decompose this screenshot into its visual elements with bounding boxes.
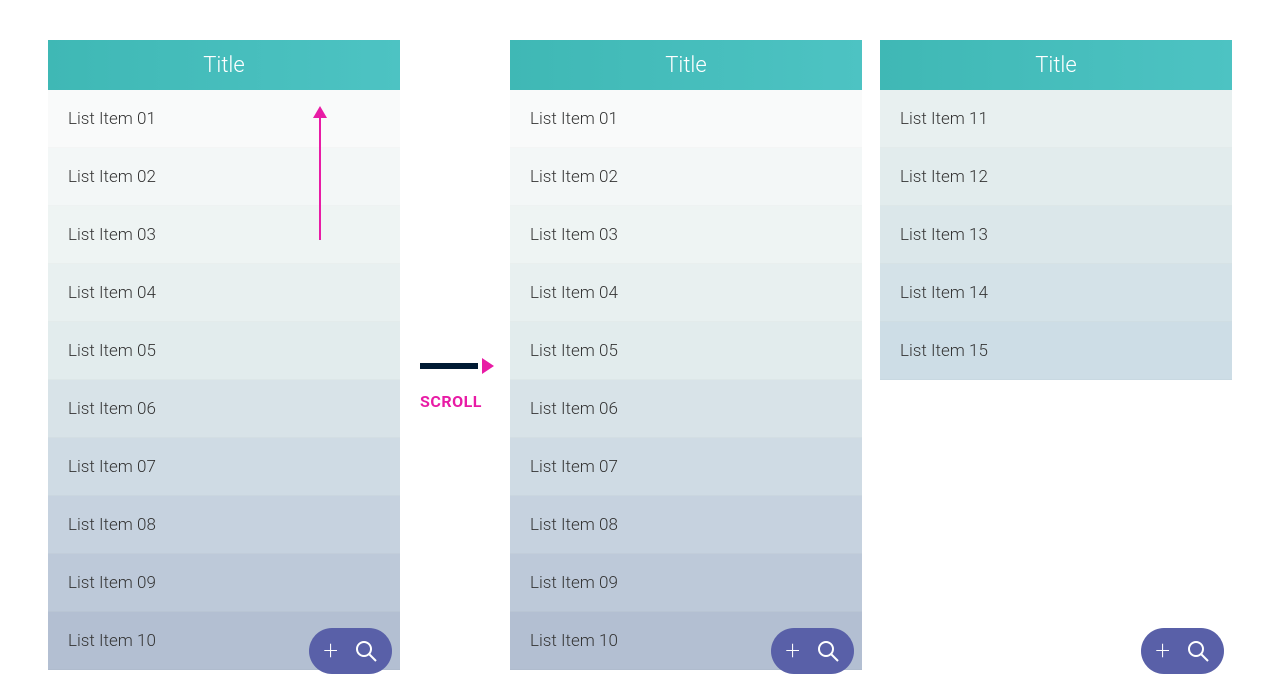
list-item[interactable]: List Item 03 bbox=[48, 206, 400, 264]
plus-icon[interactable]: + bbox=[323, 638, 338, 664]
list-item-label: List Item 06 bbox=[530, 399, 618, 419]
list-item[interactable]: List Item 12 bbox=[880, 148, 1232, 206]
list-item-label: List Item 02 bbox=[530, 167, 618, 187]
search-icon[interactable] bbox=[1186, 639, 1210, 663]
list-item[interactable]: List Item 15 bbox=[880, 322, 1232, 380]
list-item-label: List Item 08 bbox=[68, 515, 156, 535]
title-bar: Title bbox=[880, 40, 1232, 90]
list-item-label: List Item 07 bbox=[68, 457, 156, 477]
title-text: Title bbox=[203, 53, 244, 78]
list-item-label: List Item 07 bbox=[530, 457, 618, 477]
list-item-label: List Item 09 bbox=[530, 573, 618, 593]
list-item-label: List Item 01 bbox=[530, 109, 618, 129]
list-item-label: List Item 15 bbox=[900, 341, 988, 361]
list-item-label: List Item 10 bbox=[68, 631, 156, 651]
phone-panel-2: Title List Item 01 List Item 02 List Ite… bbox=[510, 40, 862, 688]
plus-icon[interactable]: + bbox=[1155, 638, 1170, 664]
floating-action-bar: + bbox=[771, 628, 854, 674]
list-item-label: List Item 01 bbox=[68, 109, 156, 129]
list-item-label: List Item 11 bbox=[900, 109, 988, 129]
list[interactable]: List Item 01 List Item 02 List Item 03 L… bbox=[510, 90, 862, 670]
list-item[interactable]: List Item 07 bbox=[510, 438, 862, 496]
right-arrow-icon bbox=[420, 358, 492, 374]
list-item-label: List Item 02 bbox=[68, 167, 156, 187]
list-item-label: List Item 05 bbox=[530, 341, 618, 361]
list-item-label: List Item 14 bbox=[900, 283, 988, 303]
list-item-label: List Item 08 bbox=[530, 515, 618, 535]
list[interactable]: List Item 11 List Item 12 List Item 13 L… bbox=[880, 90, 1232, 380]
list-item[interactable]: List Item 04 bbox=[510, 264, 862, 322]
list-item[interactable]: List Item 01 bbox=[510, 90, 862, 148]
list-item[interactable]: List Item 02 bbox=[48, 148, 400, 206]
list-item[interactable]: List Item 05 bbox=[48, 322, 400, 380]
list-item[interactable]: List Item 07 bbox=[48, 438, 400, 496]
list-item[interactable]: List Item 06 bbox=[510, 380, 862, 438]
list-item[interactable]: List Item 08 bbox=[48, 496, 400, 554]
floating-action-bar: + bbox=[1141, 628, 1224, 674]
list-item-label: List Item 12 bbox=[900, 167, 988, 187]
list-item[interactable]: List Item 04 bbox=[48, 264, 400, 322]
list-item[interactable]: List Item 01 bbox=[48, 90, 400, 148]
list-item[interactable]: List Item 14 bbox=[880, 264, 1232, 322]
search-icon[interactable] bbox=[816, 639, 840, 663]
list-item-label: List Item 05 bbox=[68, 341, 156, 361]
list[interactable]: List Item 01 List Item 02 List Item 03 L… bbox=[48, 90, 400, 670]
list-item-label: List Item 06 bbox=[68, 399, 156, 419]
list-item[interactable]: List Item 03 bbox=[510, 206, 862, 264]
title-bar: Title bbox=[48, 40, 400, 90]
list-item[interactable]: List Item 11 bbox=[880, 90, 1232, 148]
list-item-label: List Item 04 bbox=[68, 283, 156, 303]
list-item-label: List Item 13 bbox=[900, 225, 988, 245]
list-item-label: List Item 03 bbox=[68, 225, 156, 245]
list-item[interactable]: List Item 06 bbox=[48, 380, 400, 438]
title-bar: Title bbox=[510, 40, 862, 90]
list-item[interactable]: List Item 09 bbox=[48, 554, 400, 612]
list-item[interactable]: List Item 13 bbox=[880, 206, 1232, 264]
search-icon[interactable] bbox=[354, 639, 378, 663]
list-item[interactable]: List Item 08 bbox=[510, 496, 862, 554]
list-item-label: List Item 04 bbox=[530, 283, 618, 303]
list-item[interactable]: List Item 02 bbox=[510, 148, 862, 206]
scroll-label: SCROLL bbox=[420, 392, 492, 411]
phone-panel-1: Title List Item 01 List Item 02 List Ite… bbox=[48, 40, 400, 688]
list-item-label: List Item 09 bbox=[68, 573, 156, 593]
phone-panel-3: Title List Item 11 List Item 12 List Ite… bbox=[880, 40, 1232, 688]
scroll-annotation: SCROLL bbox=[420, 358, 492, 411]
list-item-label: List Item 10 bbox=[530, 631, 618, 651]
list-item-label: List Item 03 bbox=[530, 225, 618, 245]
floating-action-bar: + bbox=[309, 628, 392, 674]
plus-icon[interactable]: + bbox=[785, 638, 800, 664]
title-text: Title bbox=[1035, 53, 1076, 78]
list-item[interactable]: List Item 05 bbox=[510, 322, 862, 380]
title-text: Title bbox=[665, 53, 706, 78]
list-item[interactable]: List Item 09 bbox=[510, 554, 862, 612]
